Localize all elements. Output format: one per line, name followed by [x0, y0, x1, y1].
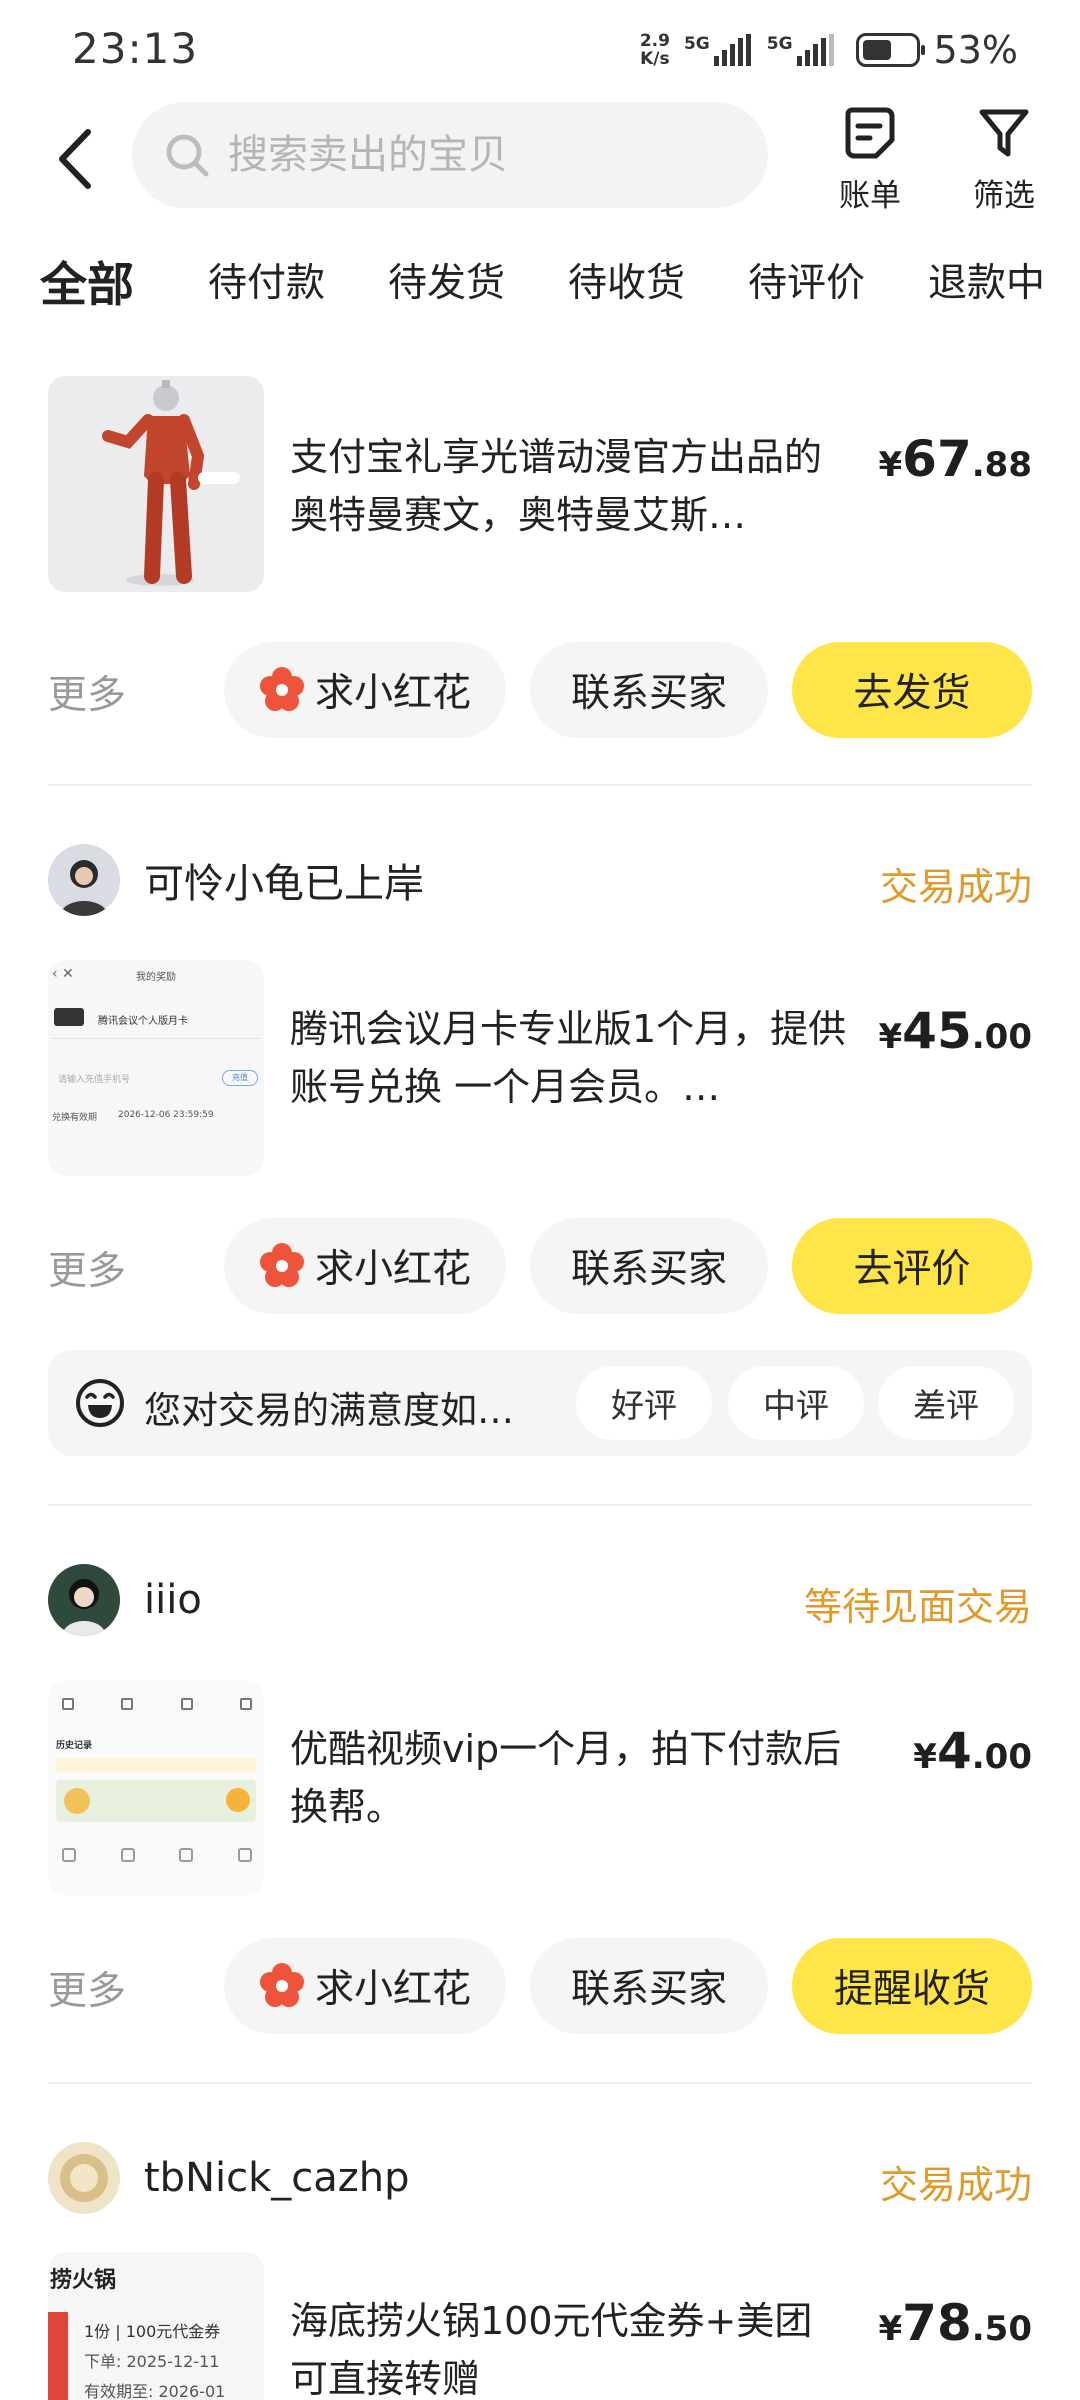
- tab-pending-review[interactable]: 待评价: [748, 252, 865, 308]
- buyer-info[interactable]: 可怜小龟已上岸: [48, 842, 424, 918]
- divider: [48, 2082, 1032, 2084]
- order-status: 等待见面交易: [803, 1585, 1032, 1629]
- buyer-info[interactable]: iiio: [48, 1562, 202, 1638]
- rate-bad-button[interactable]: 差评: [878, 1366, 1014, 1440]
- search-icon: [166, 134, 209, 177]
- status-icons: 2.9 K/s 5G 5G 53%: [640, 28, 1018, 72]
- header: 账单 筛选: [0, 100, 1080, 220]
- divider: [48, 784, 1032, 786]
- buyer-name: tbNick_cazhp: [144, 2155, 410, 2201]
- request-flower-button[interactable]: 求小红花: [224, 642, 506, 738]
- avatar: [48, 844, 120, 916]
- back-button[interactable]: [48, 124, 108, 194]
- order-tabs: 全部 待付款 待发货 待收货 待评价 退款中: [0, 240, 1080, 330]
- flower-icon: [259, 667, 304, 711]
- battery-icon: [855, 33, 925, 67]
- bill-button[interactable]: 账单: [820, 104, 920, 216]
- buyer-info[interactable]: tbNick_cazhp: [48, 2140, 410, 2216]
- order-actions: 更多 求小红花 联系买家 去评价: [48, 1218, 1032, 1314]
- signal-icon: 5G: [767, 34, 834, 66]
- order-status: 交易成功: [879, 2163, 1032, 2207]
- product-price: ¥78.50: [878, 2294, 1033, 2352]
- search-bar[interactable]: [132, 102, 768, 208]
- order-actions: 更多 求小红花 联系买家 去发货: [48, 642, 1032, 738]
- order-card: 可怜小龟已上岸 交易成功 ‹ ✕ 我的奖励 腾讯会议个人版月卡 请输入充值手机号…: [48, 842, 1032, 1462]
- search-input[interactable]: [228, 132, 748, 178]
- filter-button[interactable]: 筛选: [954, 104, 1054, 216]
- flower-icon: [259, 1963, 304, 2007]
- flower-icon: [259, 1243, 304, 1287]
- divider: [48, 1504, 1032, 1506]
- product-thumbnail[interactable]: ‹ ✕ 我的奖励 腾讯会议个人版月卡 请输入充值手机号 充值 兑换有效期 202…: [48, 960, 264, 1176]
- product-title[interactable]: 优酷视频vip一个月，拍下付款后换帮。: [290, 1720, 850, 1836]
- avatar: [48, 1564, 120, 1636]
- chevron-left-icon: [59, 129, 91, 189]
- tab-all[interactable]: 全部: [38, 246, 136, 315]
- tab-pending-payment[interactable]: 待付款: [208, 252, 325, 308]
- order-card: iiio 等待见面交易 历史记录 优酷视频vip一个月，拍下付款后换帮。 ¥4.…: [48, 1562, 1032, 2042]
- filter-label: 筛选: [973, 178, 1035, 214]
- ship-button[interactable]: 去发货: [792, 642, 1032, 738]
- product-title[interactable]: 海底捞火锅100元代金券+美团可直接转赠: [290, 2292, 850, 2400]
- bill-icon: [845, 107, 895, 159]
- satisfaction-prompt: 您对交易的满意度如…: [144, 1389, 514, 1432]
- product-title[interactable]: 腾讯会议月卡专业版1个月，提供账号兑换 一个月会员。…: [290, 1000, 850, 1116]
- network-speed: 2.9 K/s: [639, 31, 670, 69]
- review-button[interactable]: 去评价: [792, 1218, 1032, 1314]
- status-bar: 23:13 2.9 K/s 5G 5G 53%: [0, 0, 1080, 100]
- tab-refunding[interactable]: 退款中: [928, 252, 1045, 308]
- rate-good-button[interactable]: 好评: [576, 1366, 712, 1440]
- more-button[interactable]: 更多: [48, 1960, 126, 2016]
- contact-buyer-button[interactable]: 联系买家: [530, 642, 768, 738]
- request-flower-button[interactable]: 求小红花: [224, 1218, 506, 1314]
- signal-icon: 5G: [684, 34, 751, 66]
- battery-percent: 53%: [933, 28, 1018, 72]
- order-card: tbNick_cazhp 交易成功 捞火锅 1份 | 100元代金券 下单: 2…: [48, 2140, 1032, 2400]
- status-time: 23:13: [72, 24, 199, 73]
- tab-pending-receipt[interactable]: 待收货: [568, 252, 685, 308]
- product-price: ¥45.00: [878, 1002, 1033, 1060]
- product-image-figure: [48, 376, 264, 592]
- product-title[interactable]: 支付宝礼享光谱动漫官方出品的奥特曼赛文，奥特曼艾斯…: [290, 428, 850, 544]
- product-thumbnail[interactable]: [48, 376, 264, 592]
- smiley-icon: [76, 1379, 124, 1427]
- order-status: 交易成功: [879, 865, 1032, 909]
- product-thumbnail[interactable]: 历史记录: [48, 1680, 264, 1896]
- product-price: ¥67.88: [878, 430, 1033, 488]
- order-card: 支付宝礼享光谱动漫官方出品的奥特曼赛文，奥特曼艾斯… ¥67.88 更多 求小红…: [48, 376, 1032, 756]
- avatar: [48, 2142, 120, 2214]
- filter-icon: [979, 109, 1029, 157]
- buyer-name: 可怜小龟已上岸: [144, 861, 424, 907]
- remind-receipt-button[interactable]: 提醒收货: [792, 1938, 1032, 2034]
- buyer-name: iiio: [144, 1577, 202, 1623]
- rate-neutral-button[interactable]: 中评: [728, 1366, 864, 1440]
- satisfaction-panel: 您对交易的满意度如… 好评 中评 差评: [48, 1350, 1032, 1456]
- product-thumbnail[interactable]: 捞火锅 1份 | 100元代金券 下单: 2025-12-11 有效期至: 20…: [48, 2252, 264, 2400]
- bill-label: 账单: [839, 178, 901, 214]
- more-button[interactable]: 更多: [48, 1240, 126, 1296]
- tab-pending-shipment[interactable]: 待发货: [388, 252, 505, 308]
- contact-buyer-button[interactable]: 联系买家: [530, 1938, 768, 2034]
- request-flower-button[interactable]: 求小红花: [224, 1938, 506, 2034]
- contact-buyer-button[interactable]: 联系买家: [530, 1218, 768, 1314]
- product-price: ¥4.00: [913, 1722, 1032, 1780]
- more-button[interactable]: 更多: [48, 664, 126, 720]
- order-actions: 更多 求小红花 联系买家 提醒收货: [48, 1938, 1032, 2034]
